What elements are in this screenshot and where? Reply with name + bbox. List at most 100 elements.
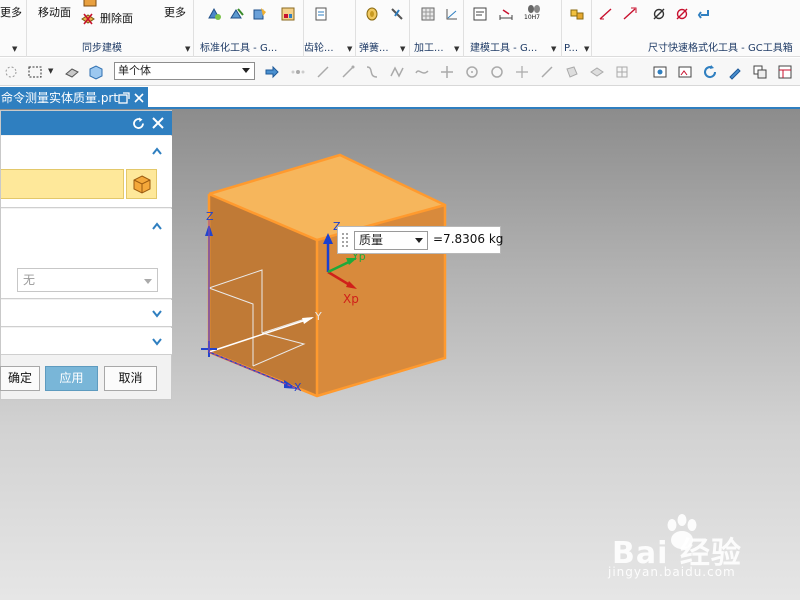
spring-edit-icon[interactable] (389, 6, 405, 22)
measurement-type-value: 质量 (359, 233, 384, 247)
more-button[interactable]: 更多 (164, 4, 186, 20)
dimension-format-icon[interactable] (598, 6, 614, 22)
standard-part-icon[interactable] (206, 6, 222, 22)
wcs-y-label: Y (315, 310, 322, 323)
snap-face-icon[interactable] (564, 64, 580, 80)
undo-arrow-icon[interactable] (696, 6, 712, 22)
ribbon-group-modeling-tools: 10H7 建模工具 - G... ▼ (464, 0, 562, 57)
parts-library-icon[interactable] (280, 6, 296, 22)
tab-undock-icon[interactable] (118, 92, 130, 104)
replace-face-icon[interactable] (82, 0, 98, 8)
chevron-down-icon[interactable]: ▼ (347, 45, 352, 53)
group-label-standard: 标准化工具 - G... (200, 43, 278, 54)
more-left-button[interactable]: 更多 (0, 4, 22, 20)
ok-button[interactable]: 确定 (0, 366, 40, 391)
cube-icon (133, 175, 151, 194)
document-tab-title: 命令测量实体质量.prt (1, 91, 119, 105)
chevron-down-icon[interactable]: ▼ (454, 45, 459, 53)
weld-tool-icon[interactable] (252, 6, 268, 22)
select-body-button[interactable] (126, 169, 157, 199)
select-rotate-icon[interactable] (3, 64, 19, 80)
chevron-down-icon (242, 68, 250, 73)
snap-center-icon[interactable] (464, 64, 480, 80)
feature-select-icon[interactable] (64, 64, 80, 80)
chevron-down-icon[interactable]: ▼ (12, 45, 17, 53)
snap-wave-icon[interactable] (414, 64, 430, 80)
dimension-tool-icon[interactable] (498, 6, 514, 22)
cancel-button[interactable]: 取消 (104, 366, 157, 391)
ribbon-group-standard-tools: 标准化工具 - G... (194, 0, 304, 57)
view-frame-icon[interactable] (652, 64, 668, 80)
snap-curve-icon[interactable] (364, 64, 380, 80)
ribbon-group-left: 更多 ▼ (0, 0, 27, 57)
part-box-icon[interactable] (569, 6, 585, 22)
document-tab-strip: 命令测量实体质量.prt (0, 87, 800, 109)
snap-quadrant-icon[interactable] (489, 64, 505, 80)
snap-points-icon[interactable] (290, 64, 306, 80)
ribbon-group-gear: 齿轮... ▼ (304, 0, 356, 57)
apply-button[interactable]: 应用 (45, 366, 98, 391)
group-label-spring: 弹簧... (359, 43, 389, 54)
machining-grid-icon[interactable] (420, 6, 436, 22)
layer-settings-icon[interactable] (752, 64, 768, 80)
snap-line-icon[interactable] (315, 64, 331, 80)
measurement-readout: 质量 =7.8306 kg (337, 226, 503, 254)
chevron-down-icon (415, 238, 423, 243)
snap-bounding-icon[interactable] (589, 64, 605, 80)
chevron-up-icon[interactable] (152, 147, 162, 155)
delete-face-button[interactable]: 删除面 (100, 10, 133, 26)
body-select-icon[interactable] (88, 64, 104, 80)
collapsed-section-1[interactable] (1, 300, 172, 327)
chevron-down-icon[interactable] (152, 310, 162, 318)
reset-icon[interactable] (132, 117, 145, 130)
gear-tool-icon[interactable] (313, 6, 329, 22)
settings-combo-value: 无 (23, 273, 36, 287)
drag-handle-icon[interactable] (341, 231, 349, 250)
ribbon: 更多 ▼ 移动面 删除面 更多 同步建模 ▼ 标准化工具 - G... 齿轮..… (0, 0, 800, 57)
chevron-up-icon[interactable] (152, 222, 162, 230)
select-body-field[interactable] (1, 169, 124, 199)
chevron-down-icon[interactable]: ▼ (48, 67, 53, 75)
hole-tool-icon[interactable] (229, 6, 245, 22)
snap-intersect-icon[interactable] (439, 64, 455, 80)
table-view-icon[interactable] (777, 64, 793, 80)
chevron-down-icon[interactable]: ▼ (400, 45, 405, 53)
snap-spline-icon[interactable] (389, 64, 405, 80)
pen-tool-icon[interactable] (727, 64, 743, 80)
document-tab[interactable]: 命令测量实体质量.prt (0, 87, 148, 109)
settings-combo[interactable]: 无 (17, 268, 158, 292)
rectangle-select-icon[interactable] (27, 64, 43, 80)
tab-close-icon[interactable] (134, 93, 144, 103)
chevron-down-icon[interactable]: ▼ (584, 45, 589, 53)
selection-filter-select[interactable]: 单个体 (114, 62, 255, 80)
snap-on-curve-icon[interactable] (539, 64, 555, 80)
ribbon-group-sync-modeling: 移动面 删除面 更多 同步建模 ▼ (27, 0, 194, 57)
group-label-dimension-format: 尺寸快速格式化工具 - GC工具箱 (648, 43, 793, 54)
machining-axis-icon[interactable] (444, 6, 460, 22)
document-tool-icon[interactable] (472, 6, 488, 22)
refresh-icon[interactable] (702, 64, 718, 80)
measure-body-dialog: 无 确定 应用 取消 (0, 110, 172, 400)
close-icon[interactable] (152, 117, 164, 129)
ribbon-group-spring: 弹簧... ▼ (356, 0, 410, 57)
move-face-button[interactable]: 移动面 (38, 4, 71, 20)
snap-endpoint-icon[interactable] (340, 64, 356, 80)
spring-tool-icon[interactable] (364, 6, 380, 22)
group-label-machining: 加工... (414, 43, 444, 54)
chevron-down-icon[interactable]: ▼ (551, 45, 556, 53)
chevron-down-icon[interactable]: ▼ (185, 45, 190, 53)
arrow-right-icon[interactable] (264, 64, 280, 80)
dimension-style-icon[interactable] (622, 6, 638, 22)
group-label-p: P... (564, 43, 579, 54)
snap-grid-icon[interactable] (614, 64, 630, 80)
chevron-down-icon[interactable] (152, 338, 162, 346)
ribbon-group-machining: 加工... ▼ (410, 0, 464, 57)
diameter-icon[interactable] (651, 6, 667, 22)
delete-face-icon[interactable] (80, 11, 96, 27)
measurement-type-select[interactable]: 质量 (354, 231, 428, 250)
view-image-icon[interactable] (677, 64, 693, 80)
snap-existing-point-icon[interactable] (514, 64, 530, 80)
measure-xp-label: Xp (343, 292, 359, 306)
collapsed-section-2[interactable] (1, 328, 172, 355)
diameter-red-icon[interactable] (674, 6, 690, 22)
